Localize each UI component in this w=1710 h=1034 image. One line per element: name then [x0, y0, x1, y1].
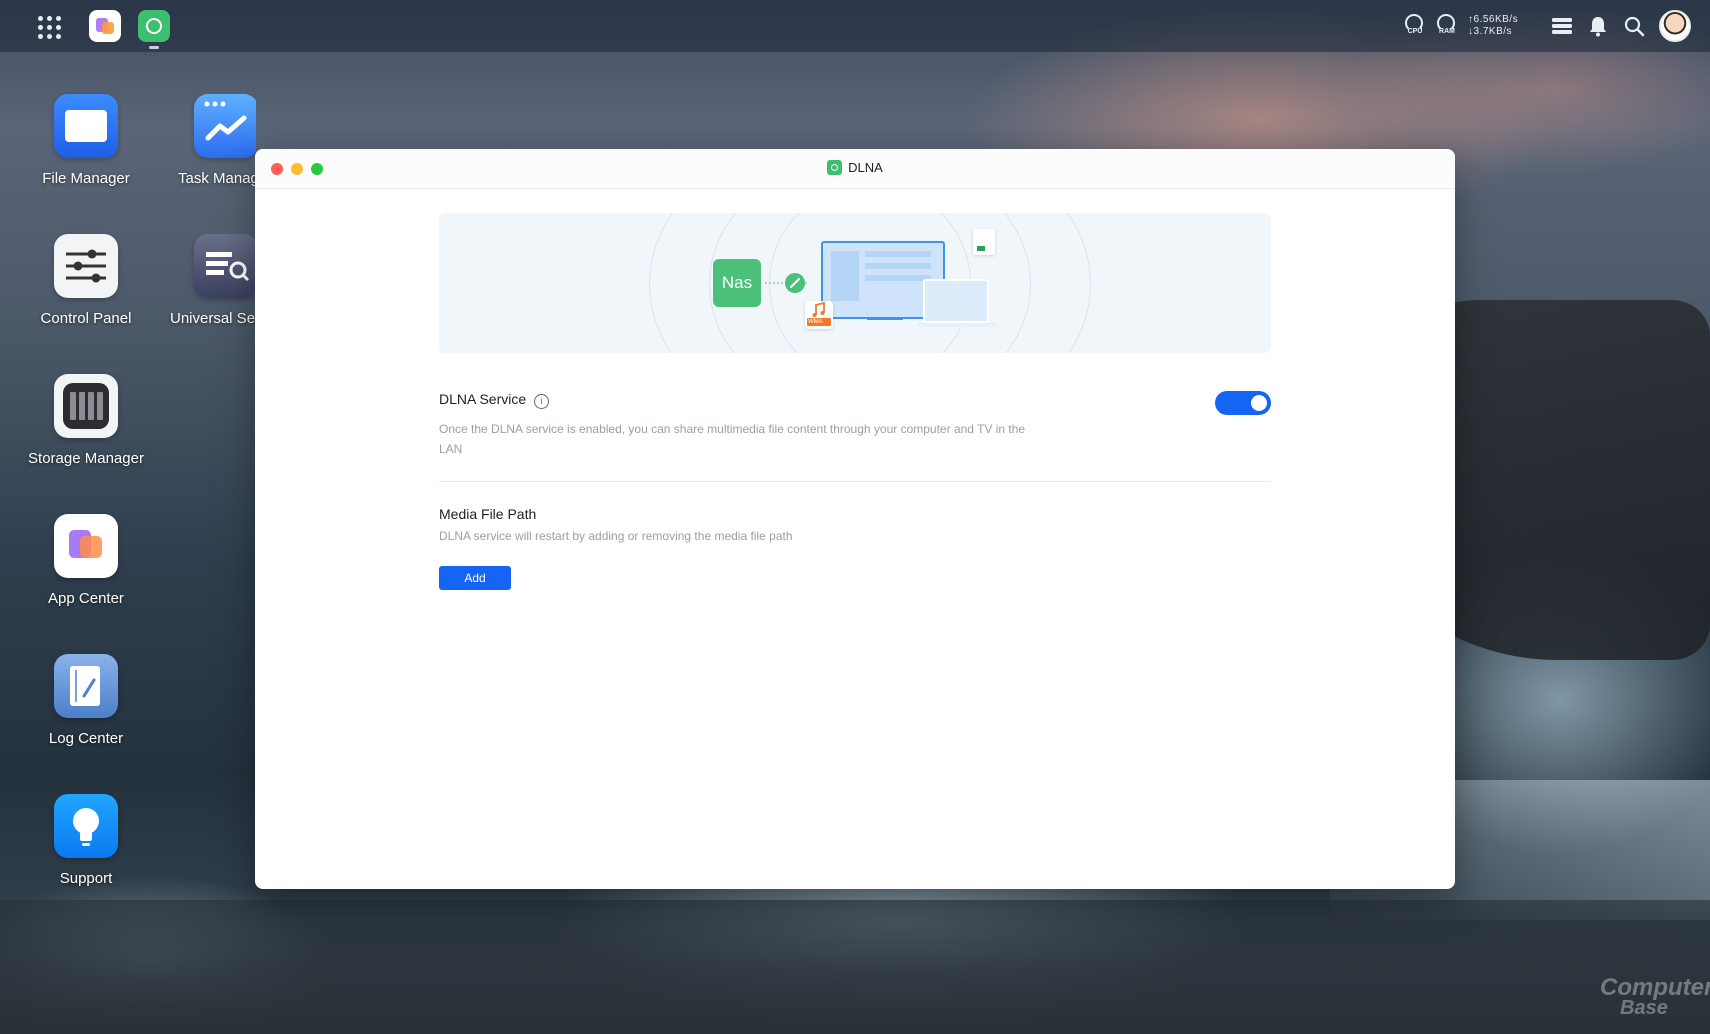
desktop-icon-app-center[interactable]: App Center	[16, 514, 156, 607]
watermark-line-2: Base	[1620, 997, 1668, 1019]
laptop-base	[917, 323, 997, 327]
upload-speed: ↑6.56KB/s	[1468, 14, 1519, 25]
monitor-stand	[867, 317, 903, 320]
running-indicator	[149, 46, 159, 49]
music-badge: WMA	[808, 319, 823, 325]
app-center-icon	[54, 514, 118, 578]
dlna-app-icon	[827, 160, 843, 175]
lightbulb-icon	[54, 794, 118, 858]
dlna-banner: Nas WMA	[439, 213, 1271, 353]
info-icon[interactable]: i	[534, 394, 550, 409]
dlna-service-row: DLNA Service i Once the DLNA service is e…	[439, 391, 1271, 482]
nas-box: Nas	[713, 259, 761, 307]
widgets-icon[interactable]	[1551, 15, 1573, 37]
dlna-service-toggle[interactable]	[1215, 391, 1271, 415]
music-file-icon: WMA	[805, 301, 833, 329]
trend-chart-icon	[194, 94, 256, 158]
watermark-line-1: Computer	[1600, 974, 1710, 1001]
dlna-service-description: Once the DLNA service is enabled, you ca…	[439, 422, 1026, 456]
drive-bays-icon	[54, 374, 118, 438]
desktop-icon-label: Storage Manager	[28, 450, 144, 467]
ram-gauge[interactable]: RAM	[1435, 14, 1459, 38]
media-file-path-row: Media File Path DLNA service will restar…	[439, 506, 1271, 590]
dlna-window: DLNA Nas WMA DLNA Service i Once the DLN…	[255, 149, 1455, 889]
dlna-settings: Nas WMA DLNA Service i Once the DLNA ser…	[439, 213, 1271, 590]
app-launcher-icon[interactable]	[36, 14, 62, 40]
download-speed: ↓3.7KB/s	[1468, 26, 1513, 37]
desktop-icon-universal-search[interactable]: Universal Sea	[156, 234, 256, 327]
taskbar-app-center-icon[interactable]	[89, 10, 121, 42]
background-shore	[0, 900, 1710, 1034]
search-doc-icon	[194, 234, 256, 298]
dlna-service-title: DLNA Service	[439, 391, 527, 407]
window-titlebar[interactable]: DLNA	[255, 149, 1455, 189]
laptop-illustration	[923, 279, 989, 323]
desktop-icon-storage-manager[interactable]: Storage Manager	[16, 374, 156, 467]
desktop-icon-support[interactable]: Support	[16, 794, 156, 887]
window-title-text: DLNA	[848, 160, 883, 175]
taskbar-dlna-icon[interactable]	[138, 10, 170, 42]
media-file-path-description: DLNA service will restart by adding or r…	[439, 529, 793, 543]
log-icon	[54, 654, 118, 718]
network-speed[interactable]: ↑6.56KB/s ↓3.7KB/s	[1468, 14, 1518, 38]
media-file-path-title: Media File Path	[439, 506, 537, 522]
window-title: DLNA	[255, 160, 1455, 175]
desktop-icon-file-manager[interactable]: File Manager	[16, 94, 156, 187]
sliders-icon	[54, 234, 118, 298]
desktop-icon-label: File Manager	[42, 170, 130, 187]
bell-icon[interactable]	[1587, 15, 1609, 37]
desktop-icon-control-panel[interactable]: Control Panel	[16, 234, 156, 327]
desktop-icon-label: Control Panel	[40, 310, 132, 327]
user-avatar[interactable]	[1659, 10, 1691, 42]
dlna-service-heading: DLNA Service i	[439, 391, 1271, 409]
add-button[interactable]: Add	[439, 566, 511, 590]
ram-label: RAM	[1439, 28, 1455, 35]
desktop-icon-label: Log Center	[48, 730, 124, 747]
desktop-icon-log-center[interactable]: Log Center	[16, 654, 156, 747]
desktop-icon-label: Universal Sea	[170, 310, 256, 327]
watermark-logo: Computer Base	[1600, 974, 1710, 1019]
cpu-label: CPU	[1407, 28, 1423, 35]
desktop-icon-label: Support	[59, 870, 113, 887]
desktop-icon-task-manager[interactable]: Task Manag	[156, 94, 256, 187]
spreadsheet-file-icon	[973, 229, 995, 255]
link-icon	[785, 273, 805, 293]
cpu-gauge[interactable]: CPU	[1403, 14, 1427, 38]
desktop-icon-label: App Center	[48, 590, 124, 607]
taskbar: CPU RAM ↑6.56KB/s ↓3.7KB/s	[0, 0, 1710, 52]
nas-label: Nas	[721, 273, 753, 292]
desktop-icon-label: Task Manag	[178, 170, 256, 187]
search-icon[interactable]	[1623, 15, 1645, 37]
folder-icon	[54, 94, 118, 158]
